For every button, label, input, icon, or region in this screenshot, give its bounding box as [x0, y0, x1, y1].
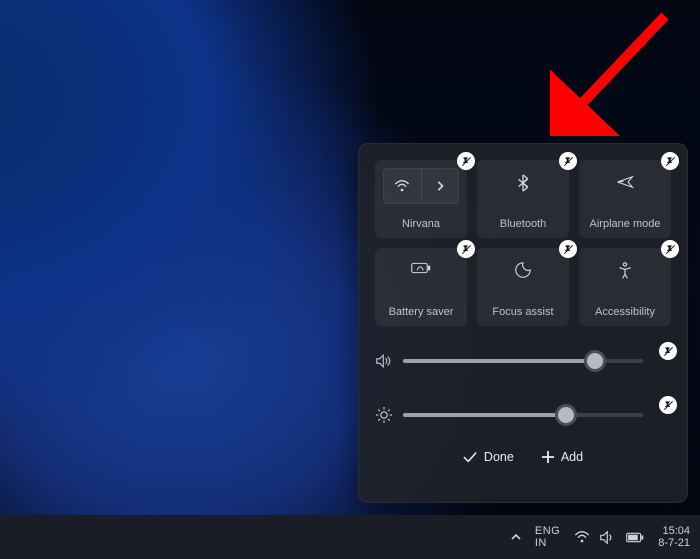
- annotation-arrow: [550, 6, 680, 136]
- done-button[interactable]: Done: [463, 450, 514, 464]
- add-label: Add: [561, 450, 583, 464]
- tile-label: Accessibility: [595, 306, 655, 318]
- chevron-right-icon: [436, 181, 444, 191]
- date-text: 8-7-21: [658, 537, 690, 549]
- tile-label: Focus assist: [492, 306, 553, 318]
- add-button[interactable]: Add: [542, 450, 583, 464]
- time-text: 15:04: [658, 525, 690, 537]
- battery-tray-icon: [626, 532, 644, 543]
- volume-slider-row: [375, 348, 671, 374]
- quick-settings-panel: Nirvana Bluetooth Airpla: [358, 143, 688, 503]
- language-primary: ENG: [535, 525, 560, 537]
- systray-quick-area[interactable]: [574, 531, 644, 544]
- unpin-button-volume[interactable]: [659, 342, 677, 360]
- plus-icon: [542, 451, 554, 463]
- brightness-icon: [375, 407, 393, 423]
- wifi-tray-icon: [574, 531, 590, 543]
- taskbar: ENG IN 15:04 8-7-21: [0, 515, 700, 559]
- tile-wifi[interactable]: Nirvana: [375, 160, 467, 238]
- unpin-button-focus-assist[interactable]: [559, 240, 577, 258]
- brightness-slider[interactable]: [403, 413, 643, 417]
- unpin-button-airplane[interactable]: [661, 152, 679, 170]
- tray-overflow-button[interactable]: [511, 533, 521, 541]
- tile-bluetooth[interactable]: Bluetooth: [477, 160, 569, 238]
- sliders-area: [375, 348, 671, 428]
- tile-label: Airplane mode: [590, 218, 661, 230]
- airplane-icon: [579, 174, 671, 190]
- tile-airplane[interactable]: Airplane mode: [579, 160, 671, 238]
- unpin-button-wifi[interactable]: [457, 152, 475, 170]
- language-secondary: IN: [535, 537, 560, 549]
- tile-focus-assist[interactable]: Focus assist: [477, 248, 569, 326]
- wifi-toggle[interactable]: [384, 169, 421, 203]
- language-indicator[interactable]: ENG IN: [535, 525, 560, 549]
- unpin-button-accessibility[interactable]: [661, 240, 679, 258]
- unpin-button-brightness[interactable]: [659, 396, 677, 414]
- quick-settings-tile-grid: Nirvana Bluetooth Airpla: [375, 160, 671, 326]
- unpin-button-bluetooth[interactable]: [559, 152, 577, 170]
- tile-accessibility[interactable]: Accessibility: [579, 248, 671, 326]
- check-icon: [463, 451, 477, 463]
- tile-battery-saver[interactable]: Battery saver: [375, 248, 467, 326]
- bluetooth-icon: [477, 174, 569, 192]
- battery-saver-icon: [375, 262, 467, 274]
- tile-label: Bluetooth: [500, 218, 546, 230]
- done-label: Done: [484, 450, 514, 464]
- brightness-slider-row: [375, 402, 671, 428]
- accessibility-icon: [579, 262, 671, 280]
- wifi-split-button: [383, 168, 459, 204]
- focus-assist-icon: [477, 262, 569, 278]
- unpin-button-battery-saver[interactable]: [457, 240, 475, 258]
- volume-slider[interactable]: [403, 359, 643, 363]
- tile-label: Nirvana: [402, 218, 440, 230]
- speaker-icon: [375, 354, 393, 368]
- desktop: Nirvana Bluetooth Airpla: [0, 0, 700, 559]
- clock[interactable]: 15:04 8-7-21: [658, 525, 690, 549]
- tile-label: Battery saver: [389, 306, 454, 318]
- wifi-icon: [394, 180, 410, 192]
- panel-actions: Done Add: [375, 450, 671, 464]
- speaker-tray-icon: [600, 531, 616, 544]
- wifi-expand[interactable]: [421, 169, 459, 203]
